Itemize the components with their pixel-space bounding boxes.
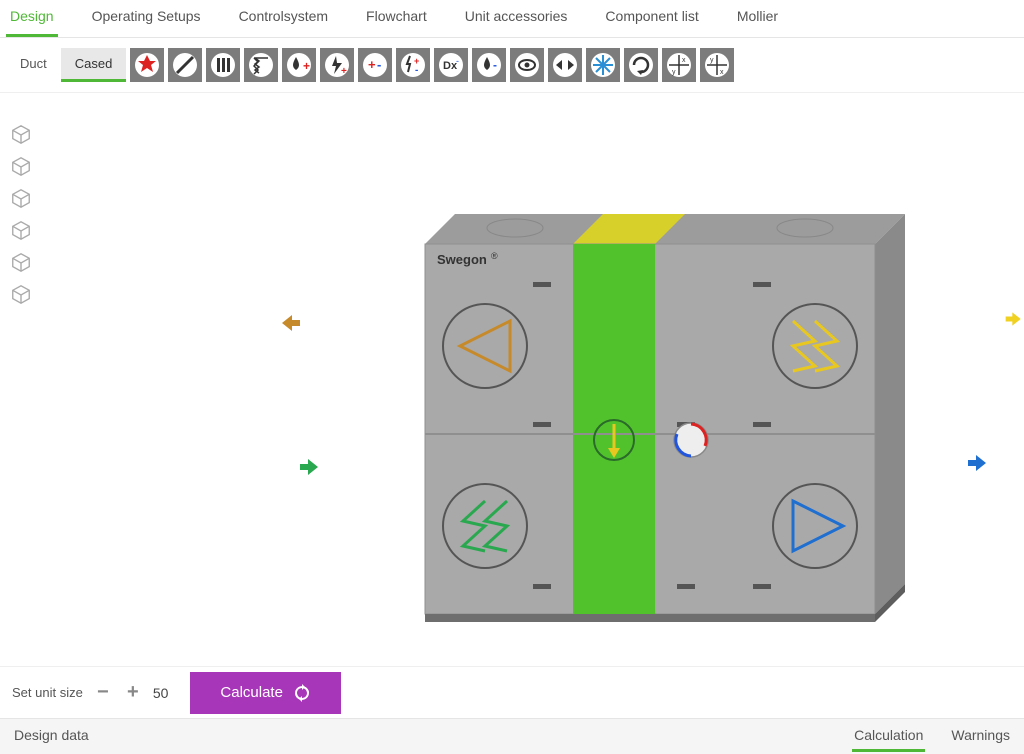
unit-size-decrement[interactable]: − <box>93 683 113 703</box>
svg-text:y: y <box>710 57 714 64</box>
unit-size-stepper: − + 50 <box>93 683 169 703</box>
filter-icon[interactable] <box>244 48 278 82</box>
type-tab-cased[interactable]: Cased <box>61 48 127 82</box>
svg-text:-: - <box>415 65 418 76</box>
heater-plusminus-icon[interactable]: +- <box>358 48 392 82</box>
view-buttons <box>10 123 32 305</box>
snowflake-icon[interactable] <box>586 48 620 82</box>
dx-coil-icon[interactable]: Dx- <box>434 48 468 82</box>
damper-icon[interactable] <box>168 48 202 82</box>
svg-text:®: ® <box>491 251 498 261</box>
axis-xy-up-icon[interactable]: xy <box>662 48 696 82</box>
calculate-button[interactable]: Calculate <box>190 672 341 714</box>
tab-mollier[interactable]: Mollier <box>733 2 782 37</box>
svg-text:+: + <box>303 59 310 73</box>
svg-text:+: + <box>341 66 347 77</box>
tab-operating-setups[interactable]: Operating Setups <box>88 2 205 37</box>
cube-view-5[interactable] <box>10 251 32 273</box>
footer-tab-warnings[interactable]: Warnings <box>949 721 1012 752</box>
cube-view-6[interactable] <box>10 283 32 305</box>
rotate-icon[interactable] <box>624 48 658 82</box>
droplet-minus-icon[interactable]: - <box>472 48 506 82</box>
cube-view-3[interactable] <box>10 187 32 209</box>
cube-view-2[interactable] <box>10 155 32 177</box>
tool-icons: + + +- +- Dx- - <box>130 48 734 82</box>
brand-label: Swegon <box>437 252 487 267</box>
tab-flowchart[interactable]: Flowchart <box>362 2 431 37</box>
electric-heater-icon[interactable]: + <box>320 48 354 82</box>
cube-view-1[interactable] <box>10 123 32 145</box>
toolbar-row: Duct Cased + + +- +- <box>0 38 1024 93</box>
airflow-arrow-left-top[interactable] <box>278 311 302 335</box>
tab-unit-accessories[interactable]: Unit accessories <box>461 2 572 37</box>
tab-controlsystem[interactable]: Controlsystem <box>235 2 332 37</box>
unit-size-increment[interactable]: + <box>123 683 143 703</box>
svg-text:+: + <box>368 57 376 72</box>
horizontal-arrows-icon[interactable] <box>548 48 582 82</box>
footer-tab-design-data[interactable]: Design data <box>12 721 91 752</box>
footer-row: Design data Calculation Warnings <box>0 718 1024 754</box>
airflow-arrow-left-bottom[interactable] <box>298 455 322 479</box>
cube-view-4[interactable] <box>10 219 32 241</box>
bottom-bar: Set unit size − + 50 Calculate <box>0 666 1024 718</box>
main-tabs: Design Operating Setups Controlsystem Fl… <box>0 0 1024 38</box>
type-tab-duct[interactable]: Duct <box>6 48 61 82</box>
eye-icon[interactable] <box>510 48 544 82</box>
tab-component-list[interactable]: Component list <box>601 2 702 37</box>
airflow-arrow-right-bottom[interactable] <box>966 451 990 475</box>
canvas-area[interactable]: Swegon ® <box>0 93 1024 666</box>
svg-text:-: - <box>377 57 381 72</box>
unit-size-label: Set unit size <box>12 685 83 700</box>
footer-tab-calculation[interactable]: Calculation <box>852 721 925 752</box>
airflow-arrow-right-top[interactable] <box>1004 307 1024 331</box>
humidifier-plus-icon[interactable]: + <box>282 48 316 82</box>
ahu-unit-3d[interactable]: Swegon ® <box>385 206 915 626</box>
heating-coil-icon[interactable] <box>130 48 164 82</box>
axis-xy-down-icon[interactable]: xy <box>700 48 734 82</box>
cooler-plusminus-icon[interactable]: +- <box>396 48 430 82</box>
svg-text:x: x <box>682 57 686 64</box>
calculate-label: Calculate <box>220 684 283 701</box>
svg-text:y: y <box>672 69 676 76</box>
unit-size-value: 50 <box>153 685 169 701</box>
svg-text:-: - <box>493 58 497 72</box>
refresh-icon <box>293 684 311 702</box>
silencer-icon[interactable] <box>206 48 240 82</box>
component-heat-recovery[interactable] <box>674 423 708 457</box>
svg-text:-: - <box>456 56 459 66</box>
tab-design[interactable]: Design <box>6 2 58 37</box>
svg-text:x: x <box>720 69 724 76</box>
